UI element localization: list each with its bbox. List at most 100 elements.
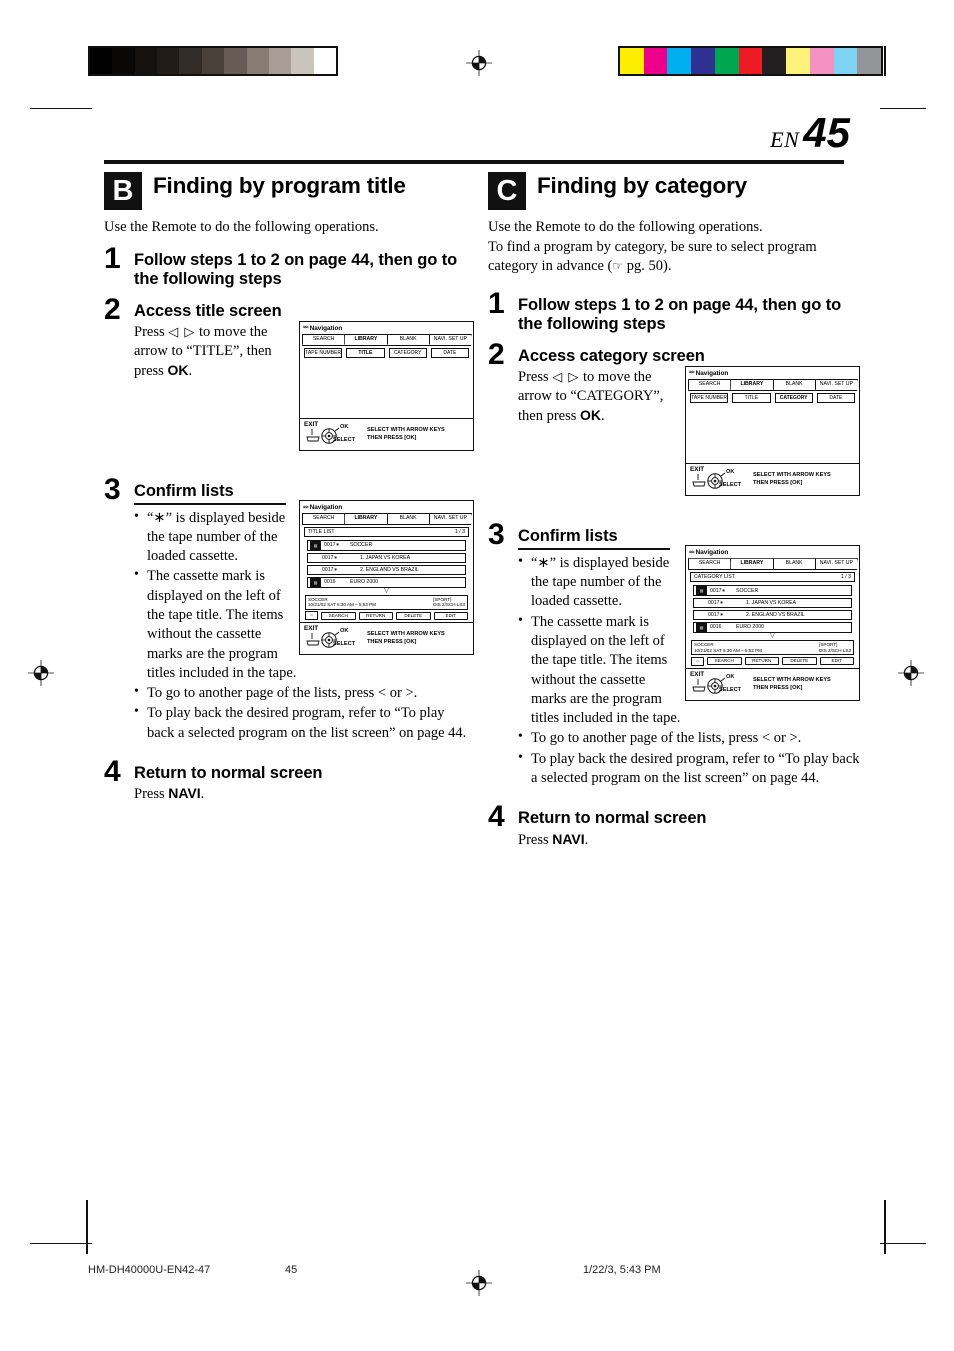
osd-key-legend: EXIT OK SELECT [690, 466, 748, 492]
section-c-heading: C Finding by category [488, 172, 860, 210]
left-right-arrow-icon: ◁ ▷ [552, 369, 580, 385]
crop-rule-top-right-edge [880, 108, 926, 110]
grayscale-calibration-bar [88, 46, 338, 76]
color-swatch-9 [833, 48, 858, 74]
section-b-heading: B Finding by program title [104, 172, 474, 210]
color-swatch-0 [620, 48, 644, 74]
color-swatch-3 [691, 48, 715, 74]
header-rule [104, 160, 844, 164]
step-text-bold: NAVI [552, 830, 585, 847]
grayscale-swatch-4 [179, 48, 202, 74]
osd-field-tape-number[interactable]: TAPE NUMBER [690, 392, 729, 403]
osd-screen-title-select: ≈≈ Navigation SEARCH LIBRARY BLANK NAVI.… [299, 320, 474, 451]
osd-tab-blank[interactable]: BLANK [772, 378, 816, 390]
section-c-step-3: 3 Confirm lists ≈≈ Navigation SEARCH LIB… [488, 517, 860, 789]
registration-mark-left [28, 660, 54, 686]
section-c-badge: C [488, 172, 526, 210]
step-number: 3 [104, 472, 121, 506]
osd-empty-area [688, 403, 857, 461]
osd-navi-header: ≈≈ Navigation [686, 367, 859, 379]
osd-field-title[interactable]: TITLE [732, 392, 771, 403]
section-b: B Finding by program title Use the Remot… [104, 172, 474, 805]
osd-tab-library[interactable]: LIBRARY [344, 333, 388, 345]
page-locale: EN [770, 127, 800, 152]
section-c-lead-2: To find a program by category, be sure t… [488, 238, 860, 276]
step-text: Press NAVI. [134, 784, 474, 804]
step-title: Return to normal screen [134, 763, 323, 782]
document-page: EN 45 B Finding by program title Use the … [0, 0, 954, 1351]
grayscale-swatch-2 [134, 48, 158, 74]
color-swatch-1 [643, 48, 668, 74]
osd-tab-blank[interactable]: BLANK [386, 333, 430, 345]
osd-field-tape-number[interactable]: TAPE NUMBER [304, 347, 343, 358]
registration-mark-bottom [466, 1270, 492, 1296]
osd-empty-area [302, 358, 471, 416]
step-number: 2 [104, 293, 121, 327]
grayscale-swatch-1 [112, 48, 135, 74]
osd-field-date[interactable]: DATE [816, 392, 855, 403]
step-rule [518, 548, 670, 550]
section-c: C Finding by category Use the Remote to … [488, 172, 860, 850]
osd-tab-search[interactable]: SEARCH [302, 333, 346, 345]
grayscale-swatch-6 [224, 48, 247, 74]
osd-field-title[interactable]: TITLE [346, 347, 385, 358]
color-swatch-4 [714, 48, 739, 74]
grayscale-swatch-5 [201, 48, 225, 74]
step-number: 4 [104, 754, 121, 788]
step-text-pre: Press [134, 323, 169, 340]
osd-key-legend: EXIT OK SELECT [304, 421, 362, 447]
step-text-post: . [584, 831, 589, 848]
step-number: 3 [488, 517, 505, 551]
osd-tab-search[interactable]: SEARCH [688, 378, 732, 390]
osd-body: TAPE NUMBER TITLE CATEGORY DATE [688, 389, 857, 461]
section-b-lead: Use the Remote to do the following opera… [104, 219, 379, 235]
color-swatch-2 [667, 48, 692, 74]
bullet-item: The cassette mark is displayed on the le… [134, 566, 474, 683]
osd-help-text: SELECT WITH ARROW KEYS THEN PRESS [OK] [753, 471, 831, 487]
section-b-title: Finding by program title [153, 173, 406, 198]
color-swatch-7 [786, 48, 810, 74]
left-right-arrow-icon: ◁ ▷ [168, 324, 196, 340]
osd-tab-bar[interactable]: SEARCH LIBRARY BLANK NAVI. SET UP [686, 378, 859, 390]
color-calibration-bar [618, 46, 883, 76]
lead2-post: pg. 50). [623, 258, 672, 275]
registration-mark-top [466, 50, 492, 76]
section-c-title: Finding by category [537, 173, 747, 198]
osd-navi-label: Navigation [309, 324, 343, 332]
bullet-item: “∗” is displayed beside the tape number … [518, 553, 860, 612]
osd-field-row[interactable]: TAPE NUMBER TITLE CATEGORY DATE [688, 391, 857, 403]
osd-footer: EXIT OK SELECT SELECT WITH ARROW KEYS TH… [300, 417, 473, 450]
bullet-item: “∗” is displayed beside the tape number … [134, 508, 474, 567]
section-c-step-1: 1 Follow steps 1 to 2 on page 44, then g… [488, 289, 860, 333]
step-text-bold: OK [167, 362, 189, 379]
osd-field-row[interactable]: TAPE NUMBER TITLE CATEGORY DATE [302, 346, 471, 358]
step-text-bold: OK [580, 407, 602, 424]
osd-field-date[interactable]: DATE [430, 347, 469, 358]
grayscale-swatch-8 [268, 48, 292, 74]
footer-doc-id: HM-DH40000U-EN42-47 [88, 1264, 211, 1276]
step-title: Confirm lists [518, 526, 618, 545]
step-title: Follow steps 1 to 2 on page 44, then go … [134, 251, 458, 288]
osd-field-category[interactable]: CATEGORY [388, 347, 427, 358]
crop-rule-left-vertical [86, 1200, 88, 1254]
osd-tab-navi-setup[interactable]: NAVI. SET UP [428, 333, 472, 345]
osd-navi-header: ≈≈ Navigation [300, 322, 473, 334]
step-text-bold: NAVI [168, 785, 201, 802]
crop-rule-top-right [884, 46, 886, 76]
osd-tab-bar[interactable]: SEARCH LIBRARY BLANK NAVI. SET UP [300, 333, 473, 345]
color-swatch-8 [809, 48, 834, 74]
osd-screen-category-select: ≈≈ Navigation SEARCH LIBRARY BLANK NAVI.… [685, 365, 860, 496]
footer-page-number: 45 [285, 1264, 298, 1276]
osd-help-line2: THEN PRESS [OK] [753, 479, 803, 486]
osd-tab-library[interactable]: LIBRARY [730, 378, 774, 390]
osd-field-category[interactable]: CATEGORY [774, 392, 813, 403]
osd-help-line1: SELECT WITH ARROW KEYS [753, 471, 831, 478]
step-title: Return to normal screen [518, 809, 707, 828]
section-b-step-4: 4 Return to normal screen Press NAVI. [104, 754, 474, 805]
osd-help-line1: SELECT WITH ARROW KEYS [367, 426, 445, 433]
osd-tab-navi-setup[interactable]: NAVI. SET UP [814, 378, 858, 390]
step-title: Access title screen [134, 302, 282, 321]
grayscale-swatch-9 [291, 48, 314, 74]
section-b-step-2: 2 Access title screen ≈≈ Navigation SEAR… [104, 293, 474, 453]
navigation-icon: ≈≈ [689, 370, 695, 377]
